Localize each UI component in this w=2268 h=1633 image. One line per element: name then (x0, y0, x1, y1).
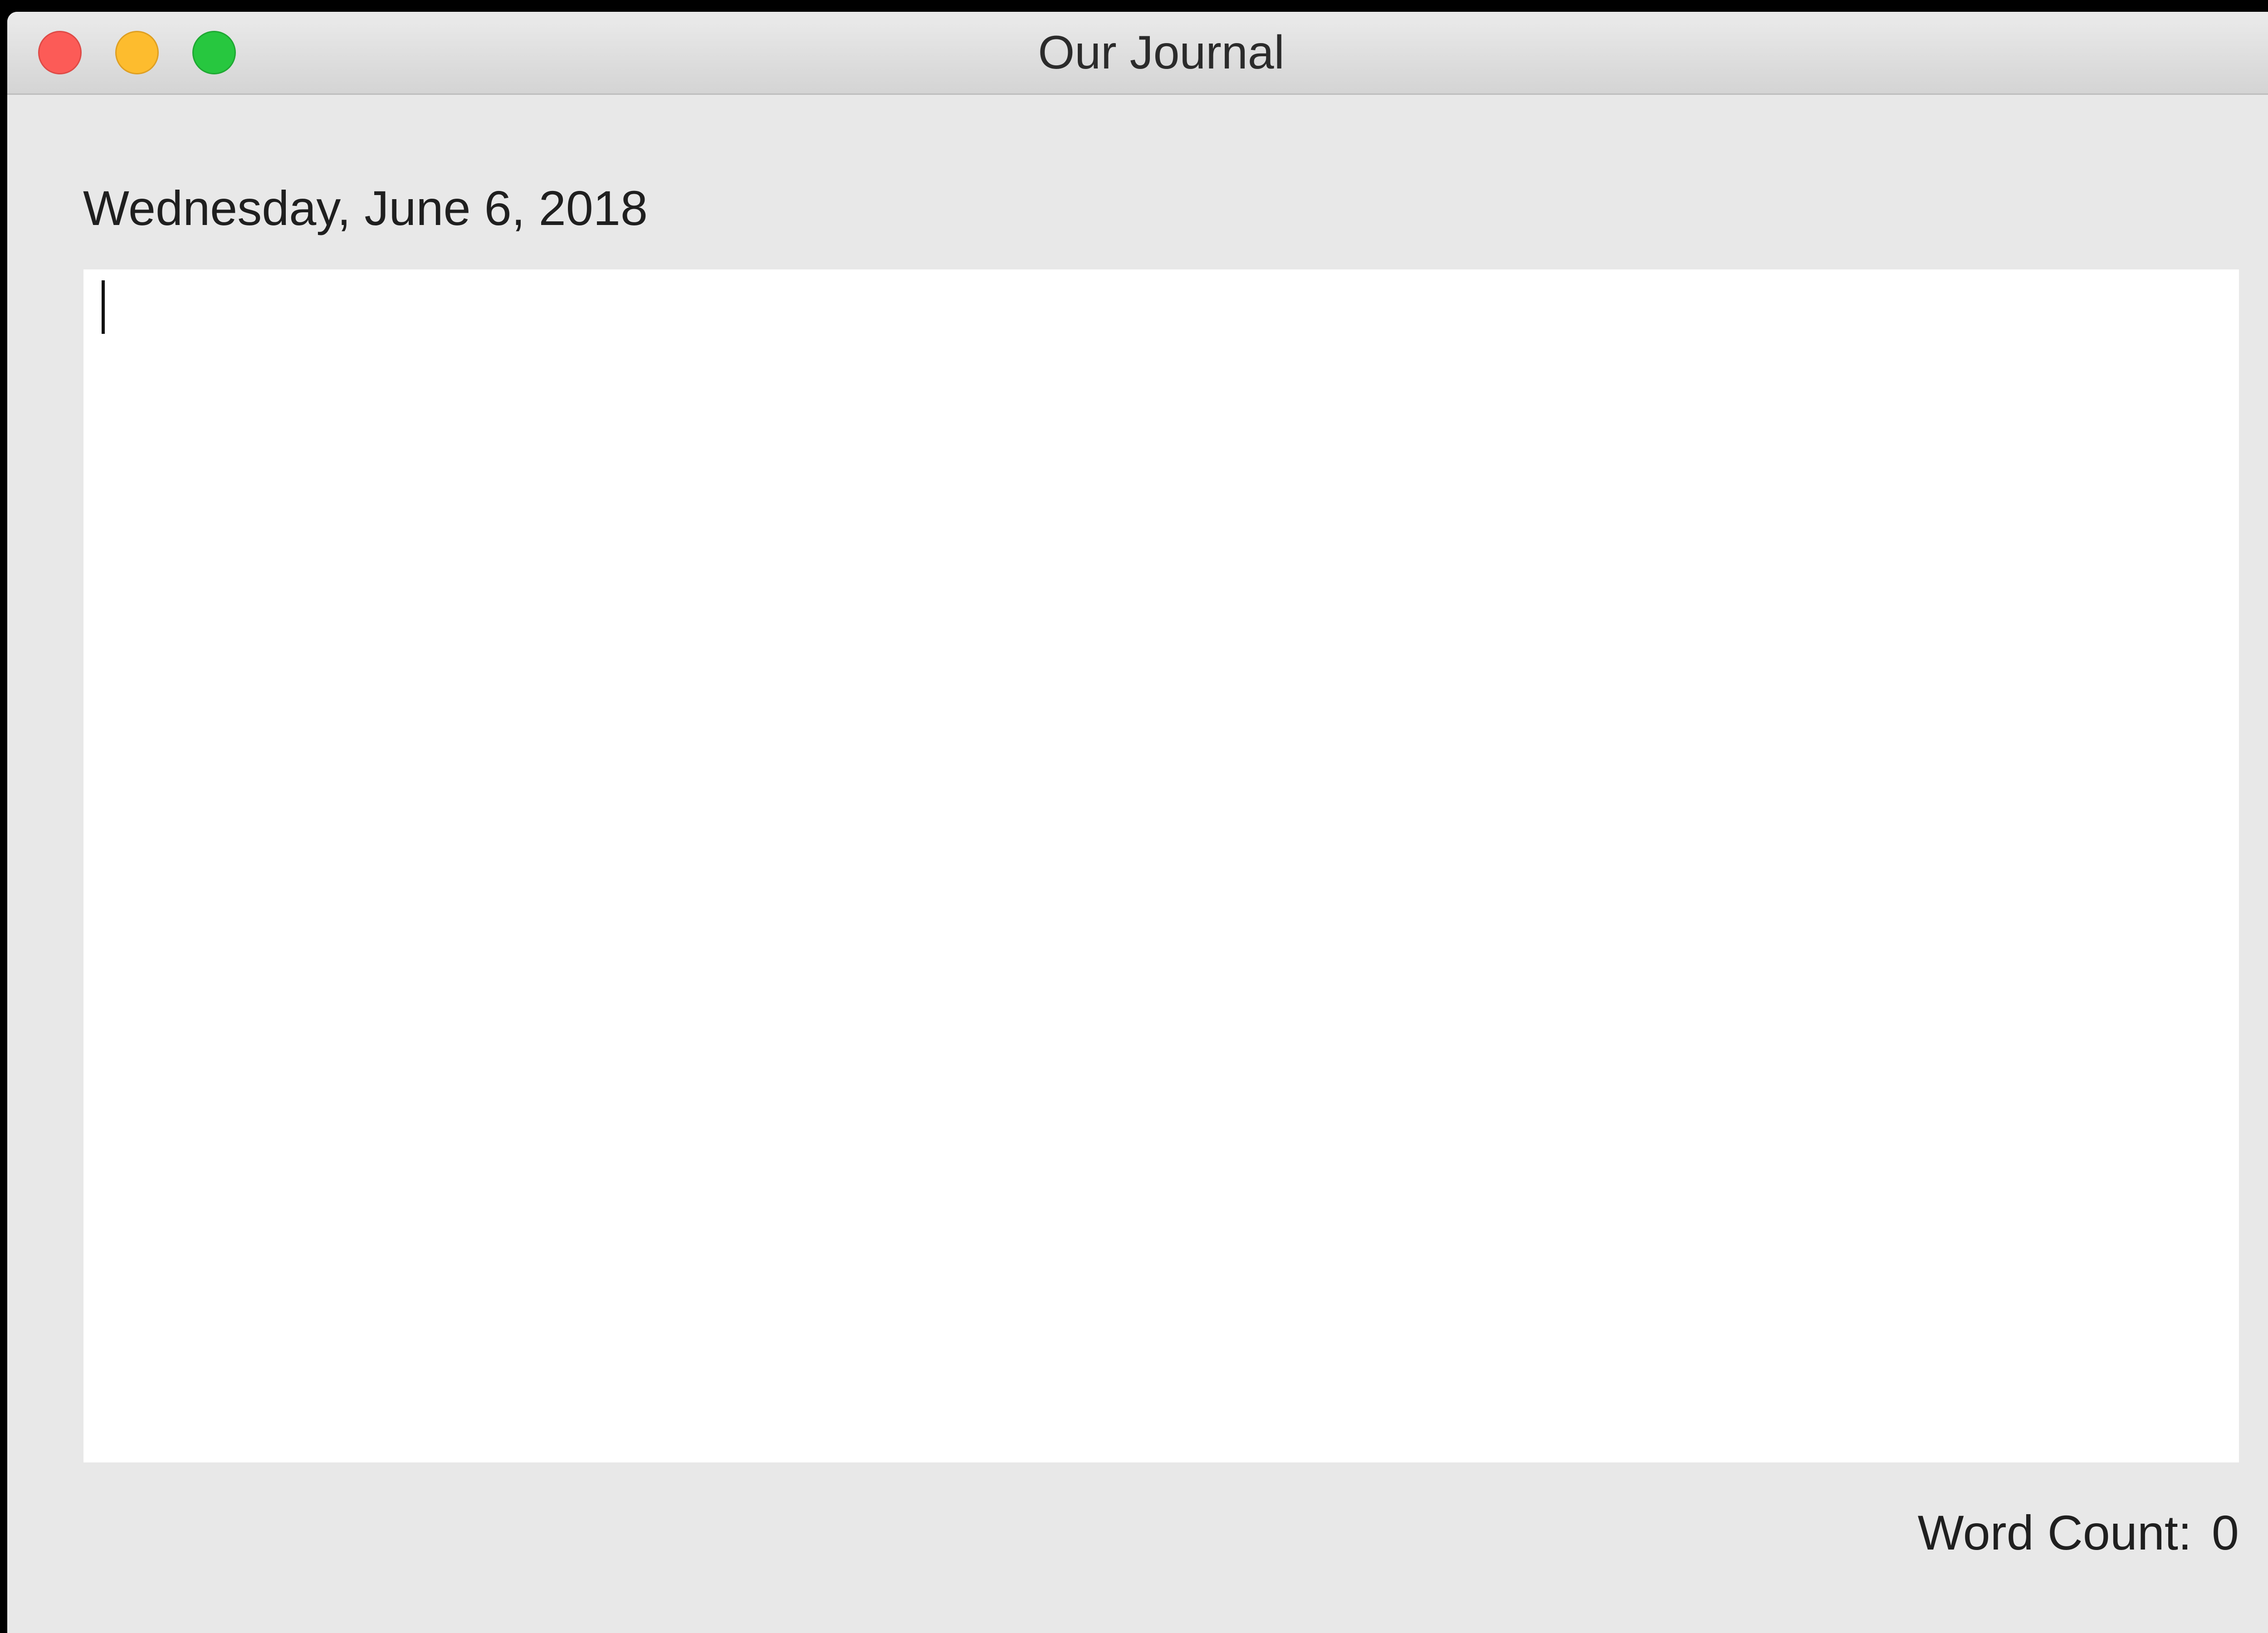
journal-text-area[interactable] (83, 269, 2239, 1462)
word-count-label: Word Count: (1917, 1505, 2192, 1560)
text-cursor (102, 280, 105, 334)
word-count-value: 0 (2211, 1505, 2239, 1560)
window-title: Our Journal (1038, 26, 1285, 79)
entry-date: Wednesday, June 6, 2018 (83, 181, 648, 235)
title-bar[interactable]: Our Journal (7, 12, 2268, 95)
journal-window: Our Journal Wednesday, June 6, 2018 Word… (7, 12, 2268, 1633)
word-count: Word Count: 0 (1918, 1504, 2239, 1561)
